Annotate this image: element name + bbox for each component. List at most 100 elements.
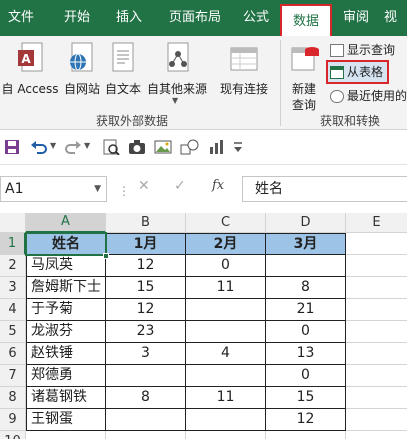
cell[interactable] bbox=[346, 277, 407, 299]
table-cell[interactable] bbox=[106, 365, 186, 387]
cell[interactable] bbox=[346, 409, 407, 431]
tab-formulas[interactable]: 公式 bbox=[234, 0, 278, 36]
select-all-corner[interactable] bbox=[0, 213, 26, 233]
shapes-icon[interactable] bbox=[180, 139, 200, 155]
table-cell[interactable]: 8 bbox=[106, 387, 186, 409]
column-header-e[interactable]: E bbox=[346, 213, 407, 233]
table-cell[interactable]: 诸葛钢铁 bbox=[26, 387, 106, 409]
table-cell[interactable]: 赵铁锤 bbox=[26, 343, 106, 365]
table-cell[interactable] bbox=[186, 409, 266, 431]
row-header[interactable]: 8 bbox=[0, 387, 26, 409]
recent-sources-button[interactable]: 最近使用的 bbox=[330, 86, 407, 106]
formula-input[interactable]: 姓名 bbox=[242, 176, 407, 202]
cell-e1[interactable] bbox=[346, 233, 407, 255]
table-cell[interactable]: 郑德勇 bbox=[26, 365, 106, 387]
fill-handle[interactable] bbox=[103, 253, 109, 259]
cell[interactable] bbox=[346, 343, 407, 365]
cell[interactable] bbox=[346, 431, 407, 439]
row-header[interactable]: 7 bbox=[0, 365, 26, 387]
from-access-button[interactable]: A 自 Access bbox=[0, 40, 60, 100]
table-cell[interactable]: 4 bbox=[186, 343, 266, 365]
table-cell[interactable] bbox=[106, 409, 186, 431]
name-box[interactable]: A1 ▼ bbox=[0, 176, 107, 202]
table-cell[interactable]: 13 bbox=[266, 343, 346, 365]
existing-connections-button[interactable]: 现有连接 bbox=[214, 40, 274, 100]
chevron-down-icon[interactable]: ▼ bbox=[94, 177, 101, 201]
column-header-c[interactable]: C bbox=[186, 213, 266, 233]
row-header[interactable]: 3 bbox=[0, 277, 26, 299]
tab-page-layout[interactable]: 页面布局 bbox=[158, 0, 232, 36]
cell[interactable] bbox=[346, 387, 407, 409]
table-cell[interactable]: 12 bbox=[106, 299, 186, 321]
cell-b1[interactable]: 1月 bbox=[106, 233, 186, 255]
table-cell[interactable]: 12 bbox=[266, 409, 346, 431]
cell-c1[interactable]: 2月 bbox=[186, 233, 266, 255]
insert-function-icon[interactable]: fx bbox=[212, 178, 224, 193]
column-header-d[interactable]: D bbox=[266, 213, 346, 233]
table-cell[interactable] bbox=[186, 365, 266, 387]
table-cell[interactable]: 0 bbox=[266, 365, 346, 387]
cell[interactable] bbox=[186, 431, 266, 439]
table-cell[interactable]: 12 bbox=[106, 255, 186, 277]
table-cell[interactable]: 马凤英 bbox=[26, 255, 106, 277]
redo-icon[interactable] bbox=[64, 139, 82, 155]
table-cell[interactable]: 王钢蛋 bbox=[26, 409, 106, 431]
enter-icon[interactable]: ✓ bbox=[174, 178, 186, 194]
cell[interactable] bbox=[346, 321, 407, 343]
undo-dropdown-icon[interactable]: ▼ bbox=[50, 141, 56, 150]
from-web-button[interactable]: 自网站 bbox=[62, 40, 102, 100]
cell[interactable] bbox=[266, 431, 346, 439]
table-cell[interactable] bbox=[186, 299, 266, 321]
table-cell[interactable] bbox=[186, 321, 266, 343]
table-cell[interactable]: 3 bbox=[106, 343, 186, 365]
table-cell[interactable]: 詹姆斯下士 bbox=[26, 277, 106, 299]
show-queries-button[interactable]: 显示查询 bbox=[330, 40, 395, 60]
cell[interactable] bbox=[346, 365, 407, 387]
row-header[interactable]: 1 bbox=[0, 233, 26, 255]
table-cell[interactable]: 11 bbox=[186, 387, 266, 409]
cell[interactable] bbox=[346, 255, 407, 277]
tab-review[interactable]: 审阅 bbox=[336, 0, 376, 36]
row-header[interactable]: 9 bbox=[0, 409, 26, 431]
cell-d1[interactable]: 3月 bbox=[266, 233, 346, 255]
more-commands-icon[interactable] bbox=[232, 139, 244, 155]
table-cell[interactable]: 15 bbox=[106, 277, 186, 299]
new-query-button[interactable]: 新建 查询 bbox=[284, 40, 324, 112]
save-icon[interactable] bbox=[4, 139, 20, 155]
tab-data[interactable]: 数据 bbox=[280, 4, 332, 36]
table-cell[interactable]: 15 bbox=[266, 387, 346, 409]
from-other-sources-button[interactable]: 自其他来源 ▼ bbox=[144, 40, 210, 110]
row-header[interactable]: 4 bbox=[0, 299, 26, 321]
chart-icon[interactable] bbox=[208, 139, 226, 155]
table-cell[interactable]: 11 bbox=[186, 277, 266, 299]
row-header[interactable]: 10 bbox=[0, 431, 26, 439]
picture-icon[interactable] bbox=[154, 139, 172, 155]
table-cell[interactable]: 23 bbox=[106, 321, 186, 343]
cell[interactable] bbox=[106, 431, 186, 439]
table-cell[interactable]: 0 bbox=[186, 255, 266, 277]
tab-insert[interactable]: 插入 bbox=[106, 0, 152, 36]
redo-dropdown-icon[interactable]: ▼ bbox=[84, 141, 90, 150]
table-cell[interactable] bbox=[266, 255, 346, 277]
column-header-a[interactable]: A bbox=[26, 213, 106, 233]
table-cell[interactable]: 21 bbox=[266, 299, 346, 321]
row-header[interactable]: 5 bbox=[0, 321, 26, 343]
undo-icon[interactable] bbox=[30, 139, 48, 155]
table-cell[interactable]: 于予菊 bbox=[26, 299, 106, 321]
table-cell[interactable]: 龙淑芬 bbox=[26, 321, 106, 343]
tab-home[interactable]: 开始 bbox=[52, 0, 102, 36]
row-header[interactable]: 2 bbox=[0, 255, 26, 277]
cell[interactable] bbox=[26, 431, 106, 439]
cell[interactable] bbox=[346, 299, 407, 321]
cancel-icon[interactable]: ✕ bbox=[138, 178, 150, 194]
camera-icon[interactable] bbox=[128, 139, 146, 155]
cell-a1[interactable]: 姓名 bbox=[26, 233, 106, 255]
table-cell[interactable]: 0 bbox=[266, 321, 346, 343]
tab-view[interactable]: 视 bbox=[384, 0, 407, 36]
from-text-button[interactable]: 自文本 bbox=[103, 40, 143, 100]
tab-file[interactable]: 文件 bbox=[0, 0, 42, 36]
column-header-b[interactable]: B bbox=[106, 213, 186, 233]
print-preview-icon[interactable] bbox=[102, 139, 120, 155]
row-header[interactable]: 6 bbox=[0, 343, 26, 365]
from-table-button[interactable]: 从表格 bbox=[326, 60, 390, 84]
